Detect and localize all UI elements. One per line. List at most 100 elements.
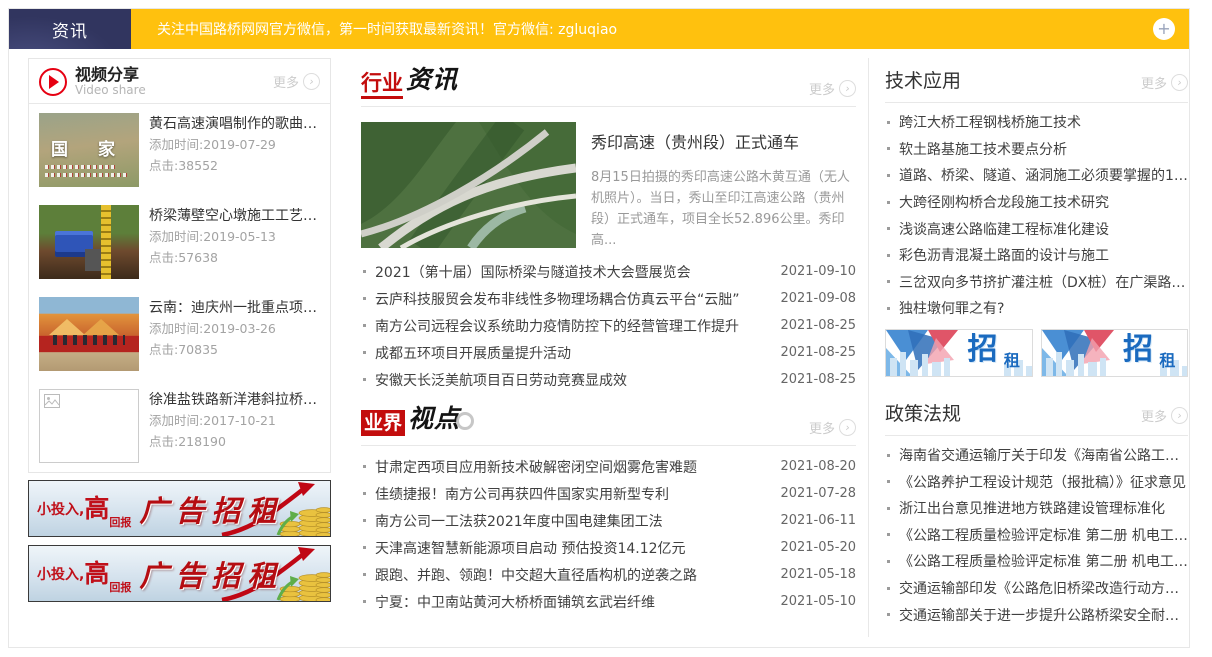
tech-item[interactable]: 三岔双向多节挤扩灌注桩（DX桩）在广渠路二期工程 bbox=[885, 269, 1188, 296]
news-title: 2021（第十届）国际桥梁与隧道技术大会暨展览会 bbox=[375, 264, 691, 281]
tech-item-title: 跨江大桥工程钢栈桥施工技术 bbox=[899, 115, 1081, 132]
bullet-icon bbox=[887, 453, 890, 457]
video-thumbnail-broken bbox=[39, 389, 139, 463]
bullet-icon bbox=[887, 253, 890, 257]
middle-column: 行业 资讯 更多 › 秀印高速（贵州段）正式通车 8月15日拍摄的秀印高速公路木… bbox=[361, 58, 856, 637]
video-thumbnail bbox=[39, 205, 139, 279]
tech-item-title: 道路、桥梁、隧道、涵洞施工必须要掌握的100条规 bbox=[899, 168, 1188, 185]
news-item[interactable]: 甘肃定西项目应用新技术破解密闭空间烟雾危害难题 2021-08-20 bbox=[361, 453, 856, 480]
news-item[interactable]: 佳绩捷报！南方公司再获四件国家实用新型专利 2021-07-28 bbox=[361, 480, 856, 507]
video-item[interactable]: 云南：迪庆州一批重点项目... 添加时间:2019-03-26 点击:70835 bbox=[29, 288, 330, 380]
tech-item-title: 彩色沥青混凝土路面的设计与施工 bbox=[899, 248, 1109, 265]
video-item[interactable]: 桥梁薄壁空心墩施工工艺标... 添加时间:2019-05-13 点击:57638 bbox=[29, 196, 330, 288]
tech-section-header: 技术应用 更多 › bbox=[885, 58, 1188, 103]
policy-item[interactable]: 交通运输部印发《公路危旧桥梁改造行动方案》 bbox=[885, 575, 1188, 602]
news-title: 云庐科技服贸会发布非线性多物理场耦合仿真云平台“云朏” bbox=[375, 291, 740, 308]
bullet-icon bbox=[363, 573, 366, 576]
tech-item[interactable]: 浅谈高速公路临建工程标准化建设 bbox=[885, 215, 1188, 242]
news-title: 佳绩捷报！南方公司再获四件国家实用新型专利 bbox=[375, 486, 669, 503]
policy-item[interactable]: 海南省交通运输厅关于印发《海南省公路工程建设项 bbox=[885, 442, 1188, 469]
ad-return-text: 回报 bbox=[109, 581, 132, 594]
ad-main-text: 广告招租 bbox=[139, 493, 284, 528]
policy-more-link[interactable]: 更多 › bbox=[1141, 406, 1188, 425]
featured-article[interactable]: 秀印高速（贵州段）正式通车 8月15日拍摄的秀印高速公路木黄互通（无人机照片）。… bbox=[361, 122, 856, 251]
video-clicks: 点击:70835 bbox=[149, 342, 218, 357]
news-date: 2021-08-25 bbox=[780, 345, 856, 360]
tech-item[interactable]: 软土路基施工技术要点分析 bbox=[885, 136, 1188, 163]
chevron-right-icon: › bbox=[1171, 406, 1188, 424]
rent-ad-banner[interactable]: 招 租 bbox=[885, 328, 1033, 377]
plus-icon[interactable]: + bbox=[1153, 18, 1175, 40]
news-date: 2021-06-11 bbox=[780, 513, 856, 528]
news-item[interactable]: 南方公司一工法获2021年度中国电建集团工法 2021-06-11 bbox=[361, 507, 856, 534]
ad-high-text: 高 bbox=[84, 494, 110, 523]
video-more-link[interactable]: 更多 › bbox=[273, 72, 320, 91]
industry-news-more-link[interactable]: 更多 › bbox=[809, 79, 856, 98]
industry-view-list: 甘肃定西项目应用新技术破解密闭空间烟雾危害难题 2021-08-20 佳绩捷报！… bbox=[361, 453, 856, 615]
video-item[interactable]: 国 家 黄石高速演唱制作的歌曲M... 添加时间:2019-07-29 点击:3… bbox=[29, 104, 330, 196]
policy-item[interactable]: 《公路工程质量检验评定标准 第二册 机电工程》修 bbox=[885, 522, 1188, 549]
bullet-icon bbox=[363, 297, 366, 300]
tech-item[interactable]: 独柱墩何罪之有? bbox=[885, 295, 1188, 322]
bullet-icon bbox=[887, 480, 890, 484]
video-item[interactable]: 徐准盐铁路新洋港斜拉桥施... 添加时间:2017-10-21 点击:21819… bbox=[29, 380, 330, 472]
bullet-icon bbox=[363, 465, 366, 468]
policy-item[interactable]: 浙江出台意见推进地方铁路建设管理标准化 bbox=[885, 495, 1188, 522]
industry-view-more-link[interactable]: 更多 › bbox=[809, 418, 856, 437]
tech-item[interactable]: 大跨径刚构桥合龙段施工技术研究 bbox=[885, 189, 1188, 216]
policy-item-title: 《公路工程质量检验评定标准 第二册 机电工程》发 bbox=[899, 554, 1188, 571]
tech-more-link[interactable]: 更多 › bbox=[1141, 73, 1188, 92]
news-item[interactable]: 云庐科技服贸会发布非线性多物理场耦合仿真云平台“云朏” 2021-09-08 bbox=[361, 285, 856, 312]
news-item[interactable]: 宁夏：中卫南站黄河大桥桥面铺筑玄武岩纤维 2021-05-10 bbox=[361, 588, 856, 615]
video-thumbnail bbox=[39, 297, 139, 371]
logo-circle-decoration bbox=[456, 412, 475, 430]
policy-list: 海南省交通运输厅关于印发《海南省公路工程建设项 《公路养护工程设计规范（报批稿）… bbox=[885, 442, 1188, 628]
tech-item[interactable]: 彩色沥青混凝土路面的设计与施工 bbox=[885, 242, 1188, 269]
highway-interchange-graphic bbox=[361, 122, 576, 248]
tech-item[interactable]: 跨江大桥工程钢栈桥施工技术 bbox=[885, 109, 1188, 136]
bullet-icon bbox=[363, 600, 366, 603]
news-title: 天津高速智慧新能源项目启动 预估投资14.12亿元 bbox=[375, 540, 686, 557]
policy-item[interactable]: 交通运输部关于进一步提升公路桥梁安全耐久水平的 bbox=[885, 601, 1188, 628]
right-column: 技术应用 更多 › 跨江大桥工程钢栈桥施工技术 软土路基施工技术要点分析 道路、… bbox=[868, 58, 1202, 637]
tech-item-title: 软土路基施工技术要点分析 bbox=[899, 141, 1067, 158]
bullet-icon bbox=[887, 586, 890, 590]
tech-item-title: 大跨径刚构桥合龙段施工技术研究 bbox=[899, 195, 1109, 212]
news-item[interactable]: 跟跑、并跑、领跑！中交超大直径盾构机的逆袭之路 2021-05-18 bbox=[361, 561, 856, 588]
ad-banner-recruit[interactable]: 小投入, 高 回报 广告招租 bbox=[28, 480, 331, 537]
video-title: 云南：迪庆州一批重点项目... bbox=[149, 300, 320, 316]
featured-article-title: 秀印高速（贵州段）正式通车 bbox=[591, 133, 800, 152]
news-item[interactable]: 天津高速智慧新能源项目启动 预估投资14.12亿元 2021-05-20 bbox=[361, 534, 856, 561]
news-item[interactable]: 安徽天长泛美航项目百日劳动竞赛显成效 2021-08-25 bbox=[361, 366, 856, 393]
news-item[interactable]: 南方公司远程会议系统助力疫情防控下的经营管理工作提升 2021-08-25 bbox=[361, 312, 856, 339]
bullet-icon bbox=[887, 227, 890, 231]
chevron-right-icon: › bbox=[303, 73, 320, 90]
tab-news[interactable]: 资讯 bbox=[9, 9, 131, 49]
policy-item-title: 交通运输部关于进一步提升公路桥梁安全耐久水平的 bbox=[899, 607, 1188, 624]
tech-item[interactable]: 道路、桥梁、隧道、涵洞施工必须要掌握的100条规 bbox=[885, 162, 1188, 189]
tech-item-title: 独柱墩何罪之有? bbox=[899, 301, 1005, 318]
ad-banner-recruit[interactable]: 小投入, 高 回报 广告招租 bbox=[28, 545, 331, 602]
news-title: 南方公司一工法获2021年度中国电建集团工法 bbox=[375, 513, 663, 530]
policy-item[interactable]: 《公路工程质量检验评定标准 第二册 机电工程》发 bbox=[885, 548, 1188, 575]
news-item[interactable]: 2021（第十届）国际桥梁与隧道技术大会暨展览会 2021-09-10 bbox=[361, 258, 856, 285]
policy-item[interactable]: 《公路养护工程设计规范（报批稿）》征求意见 bbox=[885, 468, 1188, 495]
ad-main-text: 广告招租 bbox=[139, 558, 284, 593]
policy-item-title: 海南省交通运输厅关于印发《海南省公路工程建设项 bbox=[899, 448, 1188, 465]
bullet-icon bbox=[887, 506, 890, 510]
video-added-time: 添加时间:2019-03-26 bbox=[149, 321, 276, 336]
bullet-icon bbox=[887, 533, 890, 537]
video-clicks: 点击:218190 bbox=[149, 434, 226, 449]
tech-section-title: 技术应用 bbox=[885, 70, 962, 92]
industry-news-logo: 行业 资讯 bbox=[361, 62, 458, 99]
rent-ad-small-text: 租 bbox=[1003, 350, 1020, 370]
rent-ad-banner[interactable]: 招 租 bbox=[1040, 328, 1188, 377]
news-title: 甘肃定西项目应用新技术破解密闭空间烟雾危害难题 bbox=[375, 459, 697, 476]
chevron-right-icon: › bbox=[1171, 74, 1188, 91]
news-item[interactable]: 成都五环项目开展质量提升活动 2021-08-25 bbox=[361, 339, 856, 366]
bullet-icon bbox=[363, 546, 366, 549]
video-share-header: 视频分享 Video share 更多 › bbox=[29, 59, 330, 104]
ad-small-invest-text: 小投入, bbox=[37, 566, 85, 583]
video-thumbnail: 国 家 bbox=[39, 113, 139, 187]
bullet-icon bbox=[887, 280, 890, 284]
